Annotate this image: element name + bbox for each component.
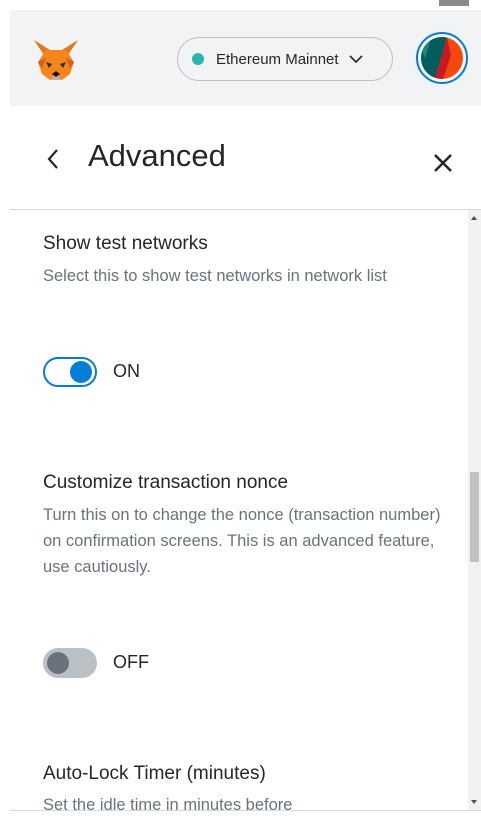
window-grip [439,0,469,6]
toggle-state-label: ON [113,361,140,381]
scrollbar-thumb[interactable] [470,472,479,562]
scroll-down-arrow-icon[interactable] [471,800,477,804]
scroll-up-arrow-icon[interactable] [471,216,477,220]
network-label: Ethereum Mainnet [216,50,339,68]
settings-title-bar: Advanced [10,106,481,210]
window-top-strip [10,0,481,10]
app-header: Ethereum Mainnet [10,10,481,106]
chevron-down-icon [349,55,363,64]
account-menu-button[interactable] [416,32,468,84]
setting-title-custom-nonce: Customize transaction nonce [43,472,289,493]
setting-title-auto-lock-timer: Auto-Lock Timer (minutes) [43,763,266,784]
advanced-settings-list[interactable]: Show test networks Select this to show t… [10,210,468,810]
chevron-left-icon[interactable] [46,148,60,170]
metamask-fox-icon[interactable] [32,38,80,82]
toggle-custom-nonce[interactable] [43,648,97,678]
toggle-show-test-networks[interactable] [43,357,97,387]
setting-description-show-test-networks: Select this to show test networks in net… [43,267,387,285]
network-status-dot [192,53,204,65]
bottom-edge [10,810,481,817]
setting-description-auto-lock-timer: Set the idle time in minutes before [43,796,293,810]
close-icon[interactable] [433,153,453,173]
toggle-knob [46,651,69,674]
vertical-scrollbar[interactable] [468,210,481,810]
setting-title-show-test-networks: Show test networks [43,233,208,254]
setting-description-custom-nonce: Turn this on to change the nonce (transa… [43,506,441,576]
toggle-state-label: OFF [113,652,149,672]
network-selector[interactable]: Ethereum Mainnet [177,37,393,81]
account-identicon [421,37,463,79]
toggle-knob [70,360,92,383]
page-title: Advanced [88,138,226,173]
